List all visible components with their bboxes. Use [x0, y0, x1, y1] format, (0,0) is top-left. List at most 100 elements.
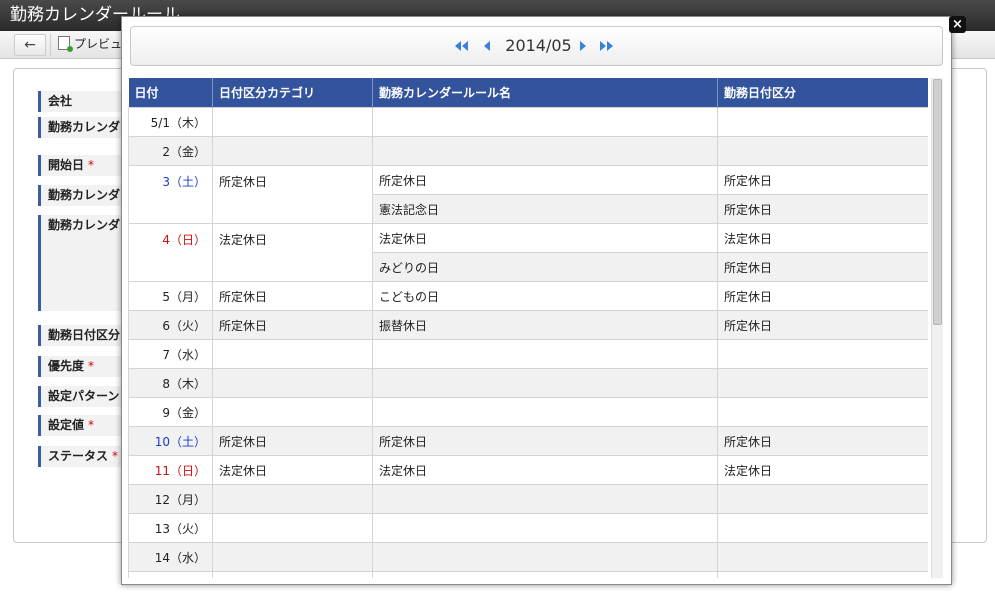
day-kubun-cell: 法定休日	[717, 455, 928, 485]
category-cell: 所定休日	[212, 281, 373, 311]
table-row: 12（月）	[128, 484, 928, 514]
next-month-icon[interactable]	[575, 38, 591, 54]
table-row: 7（水）	[128, 339, 928, 369]
rule-name-cell	[372, 136, 718, 166]
rule-name-cell: 法定休日	[372, 455, 718, 485]
rule-name-cell	[372, 542, 718, 572]
header-rule-name: 勤務カレンダールール名	[372, 78, 718, 108]
day-kubun-cell	[717, 136, 928, 166]
table-row: 14（水）	[128, 542, 928, 572]
calendar-preview-dialog: 2014/05 日付 日付区分カテゴリ 勤務カレンダールール名 勤務日付区分 5…	[121, 16, 952, 585]
header-date: 日付	[128, 78, 213, 108]
day-kubun-cell: 所定休日	[717, 426, 928, 456]
day-kubun-cell	[717, 542, 928, 572]
required-mark: *	[88, 418, 95, 432]
date-cell: 6（火）	[128, 310, 213, 340]
day-kubun-cell	[717, 107, 928, 137]
rule-name-cell: 憲法記念日	[372, 194, 718, 224]
day-kubun-cell	[717, 397, 928, 427]
date-text: 14（水）	[154, 550, 206, 565]
category-cell: 所定休日	[212, 426, 373, 456]
date-cell: 4（日）	[128, 223, 213, 282]
category-cell: 法定休日	[212, 455, 373, 485]
back-button[interactable]: ←	[14, 34, 46, 56]
form-field-label-text: 設定値	[48, 418, 85, 432]
date-text: 12（月）	[154, 492, 206, 507]
date-text: 7（水）	[162, 347, 206, 362]
first-page-icon[interactable]	[453, 38, 469, 54]
date-cell: 5/1（木）	[128, 107, 213, 137]
date-text: 3（土）	[162, 175, 206, 189]
rule-name-cell	[372, 368, 718, 398]
calendar-table: 日付 日付区分カテゴリ 勤務カレンダールール名 勤務日付区分 5/1（木） 2（金…	[128, 78, 928, 578]
table-row: 13（火）	[128, 513, 928, 543]
calendar-table-container: 日付 日付区分カテゴリ 勤務カレンダールール名 勤務日付区分 5/1（木） 2（金…	[128, 78, 928, 578]
scrollbar-thumb[interactable]	[933, 79, 942, 325]
table-row: 5/1（木）	[128, 107, 928, 137]
category-cell	[212, 136, 373, 166]
toolbar-divider	[50, 34, 51, 56]
table-row: 4（日） 法定休日 法定休日 法定休日	[128, 223, 928, 282]
scrollbar[interactable]	[931, 78, 943, 578]
date-cell: 8（木）	[128, 368, 213, 398]
rule-name-cell: 所定休日	[372, 165, 718, 195]
rule-name-cell: 所定休日	[372, 426, 718, 456]
day-kubun-cell: 所定休日	[717, 165, 928, 195]
day-kubun-cell: 所定休日	[717, 281, 928, 311]
table-row: 3（土） 所定休日 所定休日 所定休日	[128, 165, 928, 224]
required-mark: *	[88, 158, 95, 172]
date-text: 2（金）	[162, 144, 206, 159]
category-cell	[212, 339, 373, 369]
table-row: 10（土） 所定休日 所定休日 所定休日	[128, 426, 928, 456]
header-category: 日付区分カテゴリ	[212, 78, 373, 108]
rule-name-cell: 法定休日	[372, 223, 718, 253]
date-cell: 13（火）	[128, 513, 213, 543]
category-cell	[212, 542, 373, 572]
day-kubun-cell: 法定休日	[717, 223, 928, 253]
category-cell	[212, 107, 373, 137]
rule-name-cell	[372, 513, 718, 543]
rule-name-cell	[372, 571, 718, 578]
category-cell	[212, 484, 373, 514]
category-cell	[212, 397, 373, 427]
table-body: 5/1（木） 2（金） 3（土） 所定休日 所定休日 所定休日 憲法記念日 所定休日 4（日）法…	[128, 107, 928, 578]
current-month: 2014/05	[505, 36, 572, 55]
date-cell: 15（木）	[128, 571, 213, 578]
close-button[interactable]: ×	[949, 16, 966, 33]
day-kubun-cell: 所定休日	[717, 252, 928, 282]
day-kubun-cell	[717, 339, 928, 369]
table-header-row: 日付 日付区分カテゴリ 勤務カレンダールール名 勤務日付区分	[128, 78, 928, 108]
date-text: 13（火）	[154, 521, 206, 536]
category-cell	[212, 368, 373, 398]
date-text: 5/1（木）	[150, 115, 206, 130]
date-cell: 12（月）	[128, 484, 213, 514]
previous-month-icon[interactable]	[479, 38, 495, 54]
table-row: 2（金）	[128, 136, 928, 166]
day-kubun-cell: 所定休日	[717, 194, 928, 224]
day-kubun-cell	[717, 368, 928, 398]
form-field-label-text: 勤務日付区分	[48, 328, 121, 342]
date-text: 11（日）	[154, 463, 206, 478]
day-kubun-cell: 所定休日	[717, 310, 928, 340]
date-text: 4（日）	[162, 233, 206, 247]
form-field-label-text: 設定パターン	[48, 389, 120, 403]
table-row: 5（月） 所定休日 こどもの日 所定休日	[128, 281, 928, 311]
date-cell: 5（月）	[128, 281, 213, 311]
arrow-left-icon: ←	[24, 37, 36, 53]
required-mark: *	[88, 359, 95, 373]
table-row: 6（火） 所定休日 振替休日 所定休日	[128, 310, 928, 340]
date-text: 6（火）	[162, 318, 206, 333]
day-kubun-cell	[717, 571, 928, 578]
date-cell: 11（日）	[128, 455, 213, 485]
date-text: 5（月）	[162, 289, 206, 304]
rule-name-cell: 振替休日	[372, 310, 718, 340]
header-day-kubun: 勤務日付区分	[717, 78, 928, 108]
table-row: 8（木）	[128, 368, 928, 398]
rule-name-cell: みどりの日	[372, 252, 718, 282]
rule-name-cell	[372, 484, 718, 514]
document-icon	[58, 36, 73, 52]
date-cell: 10（土）	[128, 426, 213, 456]
table-row: 11（日） 法定休日 法定休日 法定休日	[128, 455, 928, 485]
last-page-icon[interactable]	[599, 38, 615, 54]
category-cell: 所定休日	[212, 310, 373, 340]
